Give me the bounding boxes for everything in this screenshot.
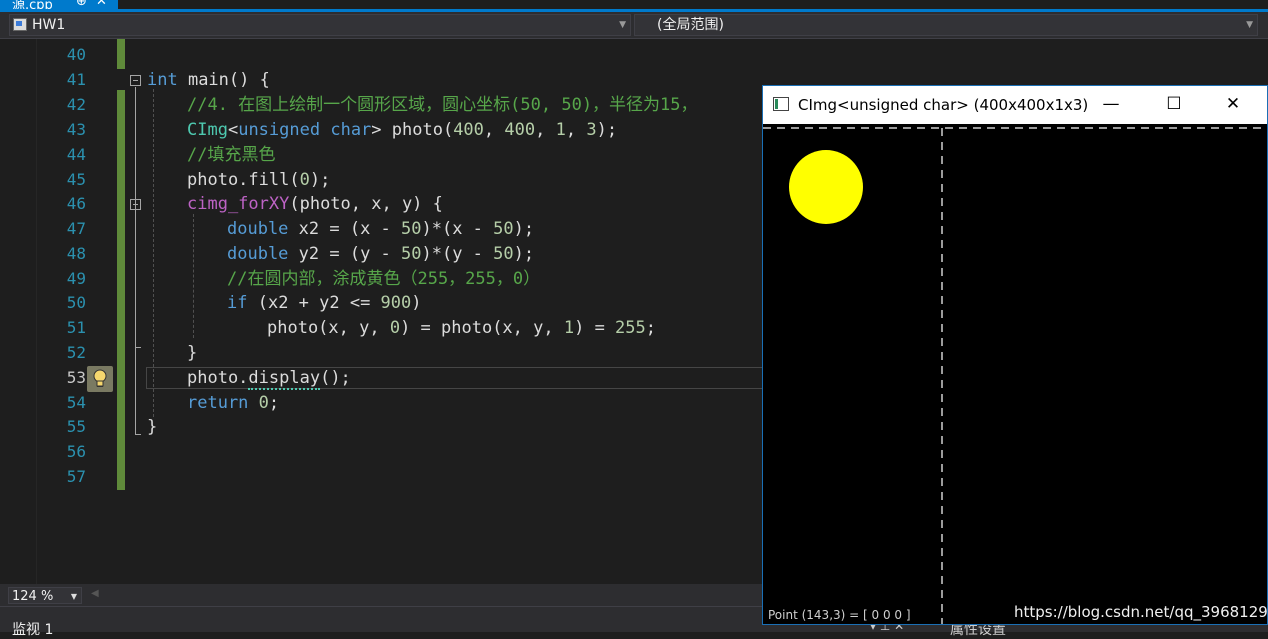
close-button[interactable]: ✕ bbox=[1222, 93, 1244, 115]
fold-end bbox=[135, 347, 141, 348]
line-number: 57 bbox=[66, 467, 86, 486]
chevron-down-icon: ▼ bbox=[619, 20, 626, 30]
line-number: 42 bbox=[66, 95, 86, 114]
line-number-current: 53 bbox=[66, 368, 86, 387]
project-name: HW1 bbox=[32, 17, 66, 33]
project-icon bbox=[13, 18, 27, 31]
watermark-text: https://blog.csdn.net/qq_39681297 bbox=[1014, 603, 1268, 621]
line-number: 56 bbox=[66, 442, 86, 461]
code-line: photo.fill(0); bbox=[187, 170, 331, 190]
fold-toggle-icon[interactable] bbox=[130, 199, 141, 210]
line-number: 51 bbox=[66, 318, 86, 337]
scope-dropdown[interactable]: (全局范围) ▼ bbox=[634, 14, 1258, 36]
line-number: 54 bbox=[66, 393, 86, 412]
chevron-down-icon: ▼ bbox=[1246, 20, 1253, 30]
zoom-dropdown[interactable]: 124 % ▼ bbox=[8, 587, 82, 604]
line-number: 46 bbox=[66, 194, 86, 213]
cimg-image bbox=[763, 127, 1267, 624]
maximize-button[interactable]: ☐ bbox=[1163, 93, 1185, 115]
line-number: 43 bbox=[66, 120, 86, 139]
line-number: 50 bbox=[66, 293, 86, 312]
change-marker bbox=[117, 415, 125, 490]
code-line: //填充黑色 bbox=[187, 145, 276, 165]
line-number: 47 bbox=[66, 219, 86, 238]
document-tab[interactable]: 源.cpp ⊕ ✕ bbox=[0, 0, 118, 9]
line-number: 41 bbox=[66, 70, 86, 89]
cimg-title-bar[interactable]: CImg<unsigned char> (400x400x1x3) — ☐ ✕ bbox=[763, 86, 1267, 124]
code-line: double x2 = (x - 50)*(x - 50); bbox=[227, 219, 535, 239]
code-line: } bbox=[147, 417, 158, 437]
project-dropdown[interactable]: HW1 ▼ bbox=[9, 14, 631, 36]
cimg-window-title: CImg<unsigned char> (400x400x1x3) bbox=[798, 96, 1089, 114]
line-number: 44 bbox=[66, 145, 86, 164]
fold-line bbox=[135, 211, 136, 347]
close-tab-icon[interactable]: ✕ bbox=[96, 0, 107, 9]
code-line: } bbox=[187, 343, 198, 363]
code-line: photo.display(); bbox=[187, 368, 351, 390]
scroll-left-icon[interactable]: ◀ bbox=[91, 588, 99, 599]
selection-margin bbox=[0, 39, 37, 584]
window-icon bbox=[773, 97, 789, 111]
fold-toggle-icon[interactable] bbox=[130, 75, 141, 86]
document-tab-label: 源.cpp bbox=[12, 0, 53, 9]
line-number: 48 bbox=[66, 244, 86, 263]
code-line: CImg<unsigned char> photo(400, 400, 1, 3… bbox=[187, 120, 618, 140]
code-line: //4. 在图上绘制一个圆形区域，圆心坐标(50, 50)，半径为15， bbox=[187, 95, 698, 115]
line-number: 40 bbox=[66, 45, 86, 64]
navigation-bar: HW1 ▼ (全局范围) ▼ bbox=[0, 12, 1268, 39]
yellow-circle bbox=[789, 150, 863, 224]
pixel-status: Point (143,3) = [ 0 0 0 ] bbox=[768, 608, 911, 622]
scope-name: (全局范围) bbox=[657, 17, 724, 33]
watch-tab[interactable]: 监视 1 bbox=[12, 619, 53, 639]
code-line: if (x2 + y2 <= 900) bbox=[227, 293, 422, 313]
code-line: cimg_forXY(photo, x, y) { bbox=[187, 194, 443, 214]
minimize-button[interactable]: — bbox=[1100, 93, 1122, 115]
line-number: 52 bbox=[66, 343, 86, 362]
cimg-canvas[interactable]: Point (143,3) = [ 0 0 0 ] bbox=[763, 124, 1267, 624]
lightbulb-icon[interactable] bbox=[87, 366, 113, 392]
change-marker bbox=[117, 39, 125, 69]
line-number: 55 bbox=[66, 417, 86, 436]
code-line: //在圆内部，涂成黄色（255，255，0） bbox=[227, 269, 541, 289]
line-number: 45 bbox=[66, 170, 86, 189]
code-line: int main() { bbox=[147, 70, 270, 90]
fold-end bbox=[135, 434, 141, 435]
code-line: double y2 = (y - 50)*(y - 50); bbox=[227, 244, 535, 264]
code-line: photo(x, y, 0) = photo(x, y, 1) = 255; bbox=[267, 318, 657, 338]
line-number: 49 bbox=[66, 269, 86, 288]
zoom-level: 124 % bbox=[12, 589, 54, 604]
code-line: return 0; bbox=[187, 393, 280, 413]
pin-icon[interactable]: ⊕ bbox=[76, 0, 87, 9]
indent-guide bbox=[193, 214, 194, 338]
change-marker bbox=[117, 90, 125, 415]
chevron-down-icon: ▼ bbox=[70, 592, 77, 601]
cimg-display-window[interactable]: CImg<unsigned char> (400x400x1x3) — ☐ ✕ … bbox=[762, 85, 1268, 625]
